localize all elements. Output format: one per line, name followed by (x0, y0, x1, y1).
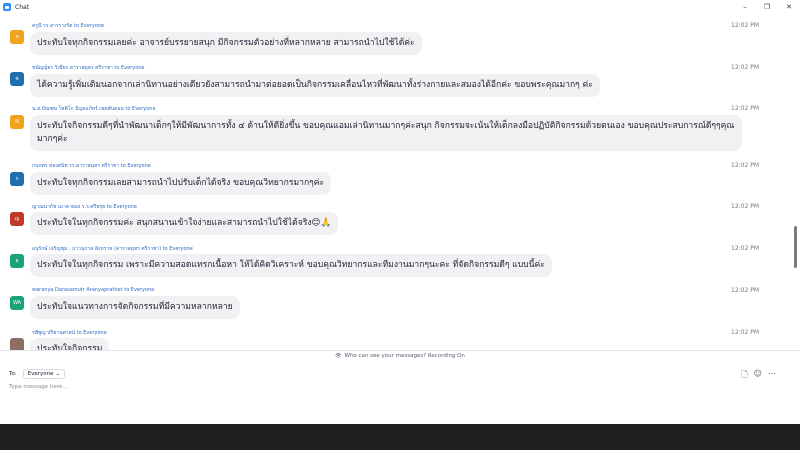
window-title: Chat (15, 3, 30, 11)
minimize-button[interactable]: – (734, 0, 756, 14)
chevron-down-icon: ⌄ (55, 371, 61, 377)
sender-line: ครูนี รร.สารรางรัต to Everyone (32, 22, 104, 30)
message-time: 12:02 PM (731, 245, 759, 252)
message-bubble[interactable]: ได้ความรู้เพิ่มเติมนอกจากเล่านิทานอย่างเ… (30, 74, 600, 97)
avatar (10, 338, 24, 350)
title-bar: Chat – ❐ ✕ (0, 0, 800, 14)
sender-line: ชนัญญ์ธร วิเชียร ดาราสมุทร ศรีราชา to Ev… (32, 64, 145, 72)
sender-line: waranya.Darasamutr Aranyaprathet to Ever… (32, 287, 154, 293)
avatar: N (10, 115, 24, 129)
avatar: ช (10, 72, 24, 86)
sender-name: ญาณนากัช เมาคายอง ร.ร.ศรีพรุ่ย (32, 204, 106, 210)
sender-line: อนุรักษ์ เจริญชุม , ภาวนุกาส สิงหราช (ดา… (32, 245, 193, 253)
emoji-icon[interactable]: ☺ (754, 369, 762, 383)
sender-line: รพีพูญ ปรีชานุศาสน์ to Everyone (32, 329, 107, 337)
recipient-value: Everyone (27, 371, 54, 377)
message-time: 12:02 PM (731, 162, 759, 169)
sender-name: ชนัญญ์ธร วิเชียร ดาราสมุทร ศรีราชา (32, 65, 113, 71)
recipient-label: to Everyone (124, 287, 155, 293)
to-label: To: (9, 371, 17, 377)
avatar: อ (10, 254, 24, 268)
recipient-label: to Everyone (76, 330, 107, 336)
message-bubble[interactable]: ประทับใจกิจกรรมดีๆที่นำพัฒนาเด็กๆให้มีพั… (30, 115, 742, 151)
sender-line: ญาณนากัช เมาคายอง ร.ร.ศรีพรุ่ย to Everyo… (32, 203, 137, 211)
recipient-row: To: Everyone ⌄ (9, 369, 66, 379)
sender-line: กนกพร ทองสนิท รร.ดาราสมุทร ศรีราชา to Ev… (32, 162, 151, 170)
sender-name: ครูนี รร.สารรางรัต (32, 23, 73, 29)
message-time: 12:02 PM (731, 329, 759, 336)
message-bubble[interactable]: ประทับใจทุกกิจกรรมเลยค่ะ อาจารย์บรรยายสน… (30, 32, 422, 55)
chat-app-icon (3, 3, 11, 11)
message-bubble[interactable]: ประทับใจกิจกรรม (30, 338, 110, 350)
avatar: WA (10, 296, 24, 310)
message-bubble[interactable]: ประทับใจแนวทางการจัดกิจกรรมที่มีความหลาก… (30, 296, 240, 319)
recipient-dropdown[interactable]: Everyone ⌄ (22, 369, 66, 379)
sender-name: waranya.Darasamutr Aranyaprathet (32, 287, 123, 293)
sender-name: รพีพูญ ปรีชานุศาสน์ (32, 330, 76, 336)
sender-name: อนุรักษ์ เจริญชุม , ภาวนุกาส สิงหราช (ดา… (32, 246, 162, 252)
window-controls: – ❐ ✕ (734, 0, 800, 14)
scrollbar-thumb[interactable] (794, 226, 797, 268)
avatar: ค (10, 30, 24, 44)
sender-name: น.ส.ปัณฑุษ โชติโก ปัญจแก้ทร์ เขตสันดอน (32, 106, 124, 112)
message-time: 12:02 PM (731, 287, 759, 294)
avatar: ญ (10, 212, 24, 226)
privacy-notice[interactable]: 👁 Who can see your messages? Recording O… (0, 350, 800, 361)
message-bubble[interactable]: ประทับใจในทุกกิจกรรมค่ะ สนุกสนานเข้าใจง่… (30, 212, 339, 235)
file-icon[interactable]: 🗋 (741, 369, 747, 383)
message-input[interactable]: Type message here... (9, 384, 68, 390)
avatar: ก (10, 172, 24, 186)
desktop-taskbar-area (0, 424, 800, 450)
message-bubble[interactable]: ประทับใจในทุกกิจกรรม เพราะมีความสอดแทรกเ… (30, 254, 552, 277)
sender-line: น.ส.ปัณฑุษ โชติโก ปัญจแก้ทร์ เขตสันดอน t… (32, 105, 156, 113)
message-time: 12:02 PM (731, 105, 759, 112)
eye-icon: 👁 (335, 353, 342, 359)
recipient-label: to Everyone (162, 246, 193, 252)
composer-tools: 🗋 ☺ ⋯ (741, 369, 776, 383)
sender-name: กนกพร ทองสนิท รร.ดาราสมุทร ศรีราชา (32, 163, 120, 169)
recipient-label: to Everyone (74, 23, 105, 29)
message-time: 12:02 PM (731, 64, 759, 71)
recipient-label: to Everyone (106, 204, 137, 210)
message-bubble[interactable]: ประทับใจทุกกิจกรรมเลยสามารถนำไปปรับเด็กไ… (30, 172, 332, 195)
message-list[interactable]: ค ครูนี รร.สารรางรัต to Everyone 12:02 P… (0, 14, 792, 350)
notice-text[interactable]: Who can see your messages? Recording On (344, 353, 464, 359)
recipient-label: to Everyone (125, 106, 156, 112)
message-time: 12:02 PM (731, 22, 759, 29)
close-button[interactable]: ✕ (778, 0, 800, 14)
maximize-button[interactable]: ❐ (756, 0, 778, 14)
recipient-label: to Everyone (120, 163, 151, 169)
message-time: 12:02 PM (731, 203, 759, 210)
vertical-scrollbar[interactable] (792, 14, 800, 350)
recipient-label: to Everyone (114, 65, 145, 71)
more-icon[interactable]: ⋯ (768, 369, 776, 383)
